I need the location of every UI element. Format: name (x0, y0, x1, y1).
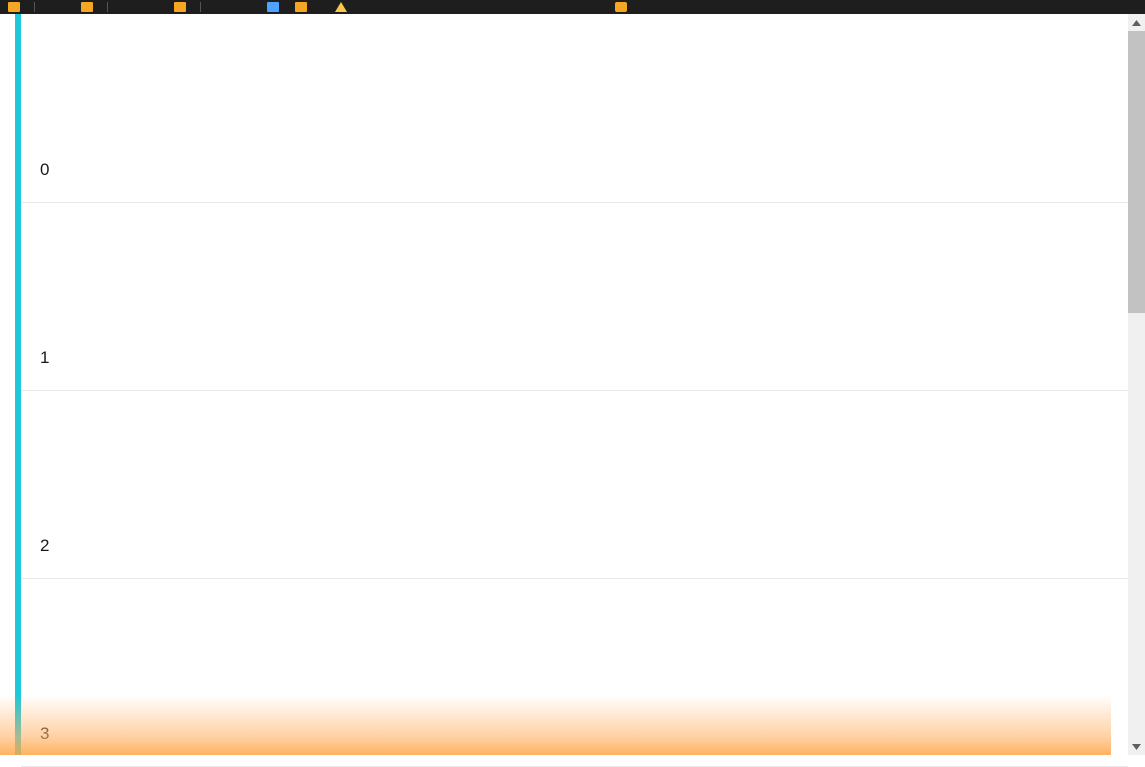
toolbar-icon-placeholder-1[interactable] (8, 2, 20, 12)
toolbar-icon-placeholder-4[interactable] (267, 2, 279, 12)
cells-wrapper: 0 1 2 3 (21, 14, 1128, 755)
scrollbar-track[interactable] (1128, 31, 1145, 738)
toolbar-separator (34, 2, 35, 12)
toolbar-icon-placeholder-6[interactable] (335, 2, 347, 12)
toolbar (0, 0, 1145, 14)
toolbar-separator (107, 2, 108, 12)
toolbar-icon-placeholder-3[interactable] (174, 2, 186, 12)
content-area: 0 1 2 3 (0, 14, 1128, 755)
vertical-scrollbar[interactable] (1128, 14, 1145, 755)
toolbar-icon-placeholder-2[interactable] (81, 2, 93, 12)
content-container: 0 1 2 3 (0, 14, 1145, 755)
scrollbar-thumb[interactable] (1128, 31, 1145, 313)
cell-row[interactable]: 2 (21, 391, 1128, 579)
scroll-up-arrow-icon[interactable] (1128, 14, 1145, 31)
cell-row[interactable]: 0 (21, 14, 1128, 203)
cell-row[interactable]: 3 (21, 579, 1128, 767)
cell-row[interactable]: 1 (21, 203, 1128, 391)
cell-index-label: 2 (40, 536, 49, 556)
toolbar-separator (200, 2, 201, 12)
toolbar-icon-placeholder-7[interactable] (615, 2, 627, 12)
toolbar-icon-placeholder-5[interactable] (295, 2, 307, 12)
scroll-down-arrow-icon[interactable] (1128, 738, 1145, 755)
cell-index-label: 3 (40, 724, 49, 744)
cell-index-label: 0 (40, 160, 49, 180)
cell-index-label: 1 (40, 348, 49, 368)
